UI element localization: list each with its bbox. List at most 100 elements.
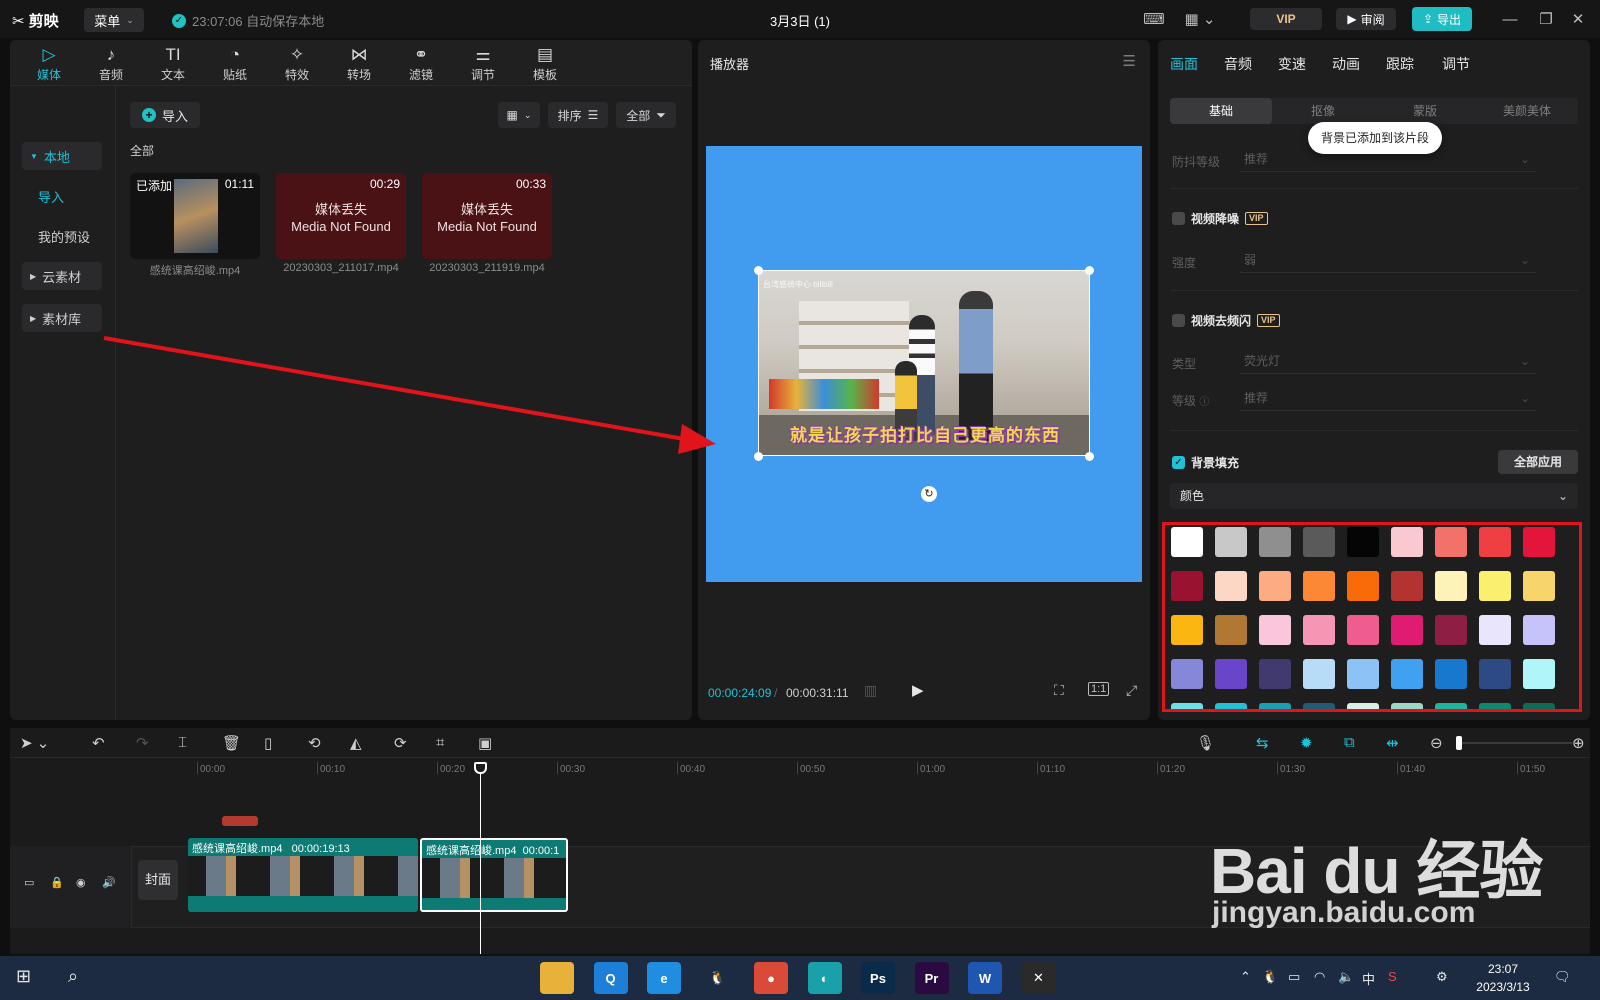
- tab-7[interactable]: ⚌ 调节: [458, 44, 508, 83]
- color-swatch[interactable]: [1303, 703, 1335, 709]
- wifi-icon[interactable]: ◠: [1314, 969, 1325, 985]
- color-swatch[interactable]: [1171, 659, 1203, 689]
- qq-icon[interactable]: 🐧: [700, 962, 735, 994]
- color-swatch[interactable]: [1259, 703, 1291, 709]
- color-swatch[interactable]: [1259, 527, 1291, 557]
- timeline-ruler[interactable]: 00:00 00:10 00:20 00:30 00:40 00:50 01:00 01:10…: [188, 758, 1588, 780]
- stabilize-select[interactable]: 推荐 ⌄: [1240, 146, 1536, 172]
- tab-6[interactable]: ⚭ 滤镜: [396, 44, 446, 83]
- rotate-clip-icon[interactable]: ⟳: [394, 734, 407, 752]
- auto-snap-icon[interactable]: ✹: [1300, 734, 1313, 752]
- color-swatch[interactable]: [1435, 527, 1467, 557]
- color-swatch[interactable]: [1171, 527, 1203, 557]
- layout-icon[interactable]: ▦ ⌄: [1180, 8, 1220, 30]
- export-button[interactable]: ⇪ 导出: [1412, 7, 1472, 31]
- subtab-2[interactable]: 蒙版: [1374, 98, 1476, 124]
- denoise-strength-select[interactable]: 弱 ⌄: [1240, 247, 1536, 273]
- color-swatch[interactable]: [1347, 659, 1379, 689]
- color-swatch[interactable]: [1479, 571, 1511, 601]
- menu-button[interactable]: 菜单 ⌄: [84, 8, 144, 32]
- tab-5[interactable]: ⋈ 转场: [334, 44, 384, 83]
- color-swatch[interactable]: [1303, 615, 1335, 645]
- color-swatch[interactable]: [1303, 571, 1335, 601]
- zoom-slider-track[interactable]: [1462, 742, 1572, 744]
- tab-8[interactable]: ▤ 模板: [520, 44, 570, 83]
- subtab-0[interactable]: 基础: [1170, 98, 1272, 124]
- split-icon[interactable]: ⌶: [178, 734, 187, 751]
- color-swatch[interactable]: [1215, 571, 1247, 601]
- hamburger-menu-icon[interactable]: ☰: [1123, 52, 1136, 70]
- background-fill-type-select[interactable]: 颜色 ⌄: [1170, 483, 1578, 509]
- tab-props-4[interactable]: 跟踪: [1386, 54, 1414, 74]
- subtab-3[interactable]: 美颜美体: [1476, 98, 1578, 124]
- speaker-icon[interactable]: 🔊: [102, 876, 116, 889]
- capcut-icon[interactable]: ✕: [1021, 962, 1056, 994]
- search-icon[interactable]: ⌕: [68, 966, 78, 987]
- zoom-slider-handle[interactable]: [1456, 736, 1462, 750]
- mirror-icon[interactable]: ◭: [350, 734, 362, 752]
- delete-icon[interactable]: 🗑: [222, 734, 241, 752]
- color-swatch[interactable]: [1479, 527, 1511, 557]
- zoom-out-icon[interactable]: ⊖: [1430, 734, 1443, 752]
- ime-indicator[interactable]: 中: [1362, 969, 1375, 988]
- aspect-ratio-button[interactable]: 1:1: [1088, 682, 1110, 696]
- close-icon[interactable]: ✕: [1568, 8, 1588, 30]
- tab-props-2[interactable]: 变速: [1278, 54, 1306, 74]
- premiere-icon[interactable]: Pr: [914, 962, 949, 994]
- color-swatch[interactable]: [1479, 703, 1511, 709]
- color-swatch[interactable]: [1347, 571, 1379, 601]
- tab-4[interactable]: ✧ 特效: [272, 44, 322, 83]
- photoshop-icon[interactable]: Ps: [861, 962, 895, 994]
- track-marker[interactable]: [222, 816, 258, 826]
- crop-icon[interactable]: ⌗: [436, 734, 444, 751]
- view-mode-button[interactable]: ▦ ⌄: [498, 102, 540, 128]
- media-item[interactable]: 已添加 01:11: [130, 173, 260, 259]
- color-swatch[interactable]: [1435, 571, 1467, 601]
- tab-props-0[interactable]: 画面: [1170, 54, 1198, 74]
- color-swatch[interactable]: [1479, 615, 1511, 645]
- tab-props-3[interactable]: 动画: [1332, 54, 1360, 74]
- timeline-clip-selected[interactable]: 感统课高绍峻.mp4 00:00:1: [420, 838, 568, 912]
- color-swatch[interactable]: [1347, 703, 1379, 709]
- color-swatch[interactable]: [1259, 615, 1291, 645]
- color-swatch[interactable]: [1391, 659, 1423, 689]
- color-swatch[interactable]: [1523, 571, 1555, 601]
- color-swatch[interactable]: [1435, 703, 1467, 709]
- folder-icon[interactable]: [540, 962, 574, 994]
- color-swatch[interactable]: [1391, 527, 1423, 557]
- timeline-clip[interactable]: 感统课高绍峻.mp4 00:00:19:13: [188, 838, 418, 912]
- color-swatch[interactable]: [1479, 659, 1511, 689]
- focus-icon[interactable]: ⛶: [1054, 682, 1064, 699]
- minimize-icon[interactable]: —: [1500, 8, 1520, 30]
- word-icon[interactable]: W: [968, 962, 1002, 994]
- color-swatch[interactable]: [1523, 659, 1555, 689]
- color-swatch[interactable]: [1171, 615, 1203, 645]
- tab-0[interactable]: ▷ 媒体: [24, 44, 74, 83]
- sidebar-item-import[interactable]: 导入: [30, 182, 110, 210]
- tab-3[interactable]: ◔ 贴纸: [210, 44, 260, 83]
- color-swatch[interactable]: [1215, 659, 1247, 689]
- resize-handle[interactable]: [1085, 452, 1094, 461]
- fullscreen-icon[interactable]: ⤢: [1126, 682, 1137, 699]
- sidebar-item-cloud[interactable]: ▶ 云素材: [22, 262, 102, 290]
- zoom-in-icon[interactable]: ⊕: [1572, 734, 1585, 752]
- tab-2[interactable]: TI 文本: [148, 44, 198, 83]
- edge-icon[interactable]: ◐: [807, 962, 842, 994]
- deflicker-type-select[interactable]: 荧光灯 ⌄: [1240, 348, 1536, 374]
- media-item[interactable]: 00:33 媒体丢失 Media Not Found: [422, 173, 552, 259]
- taskbar-clock[interactable]: 23:07 2023/3/13: [1468, 960, 1538, 996]
- restore-icon[interactable]: ❐: [1536, 8, 1556, 30]
- link-main-track-icon[interactable]: ⇆: [1256, 734, 1269, 752]
- redo-icon[interactable]: ↷: [136, 734, 149, 752]
- color-swatch[interactable]: [1215, 615, 1247, 645]
- tab-1[interactable]: ♪ 音频: [86, 44, 136, 83]
- review-button[interactable]: ▶ 审阅: [1336, 8, 1396, 30]
- select-cursor-icon[interactable]: ➤ ⌄: [20, 734, 49, 752]
- windows-start-icon[interactable]: ⊞: [16, 966, 31, 987]
- color-swatch[interactable]: [1391, 703, 1423, 709]
- sort-button[interactable]: 排序 ☰: [548, 102, 608, 128]
- play-icon[interactable]: ▶: [912, 681, 932, 701]
- resize-handle[interactable]: [754, 452, 763, 461]
- tab-props-5[interactable]: 调节: [1442, 54, 1470, 74]
- microphone-icon[interactable]: 🎙: [1196, 734, 1215, 752]
